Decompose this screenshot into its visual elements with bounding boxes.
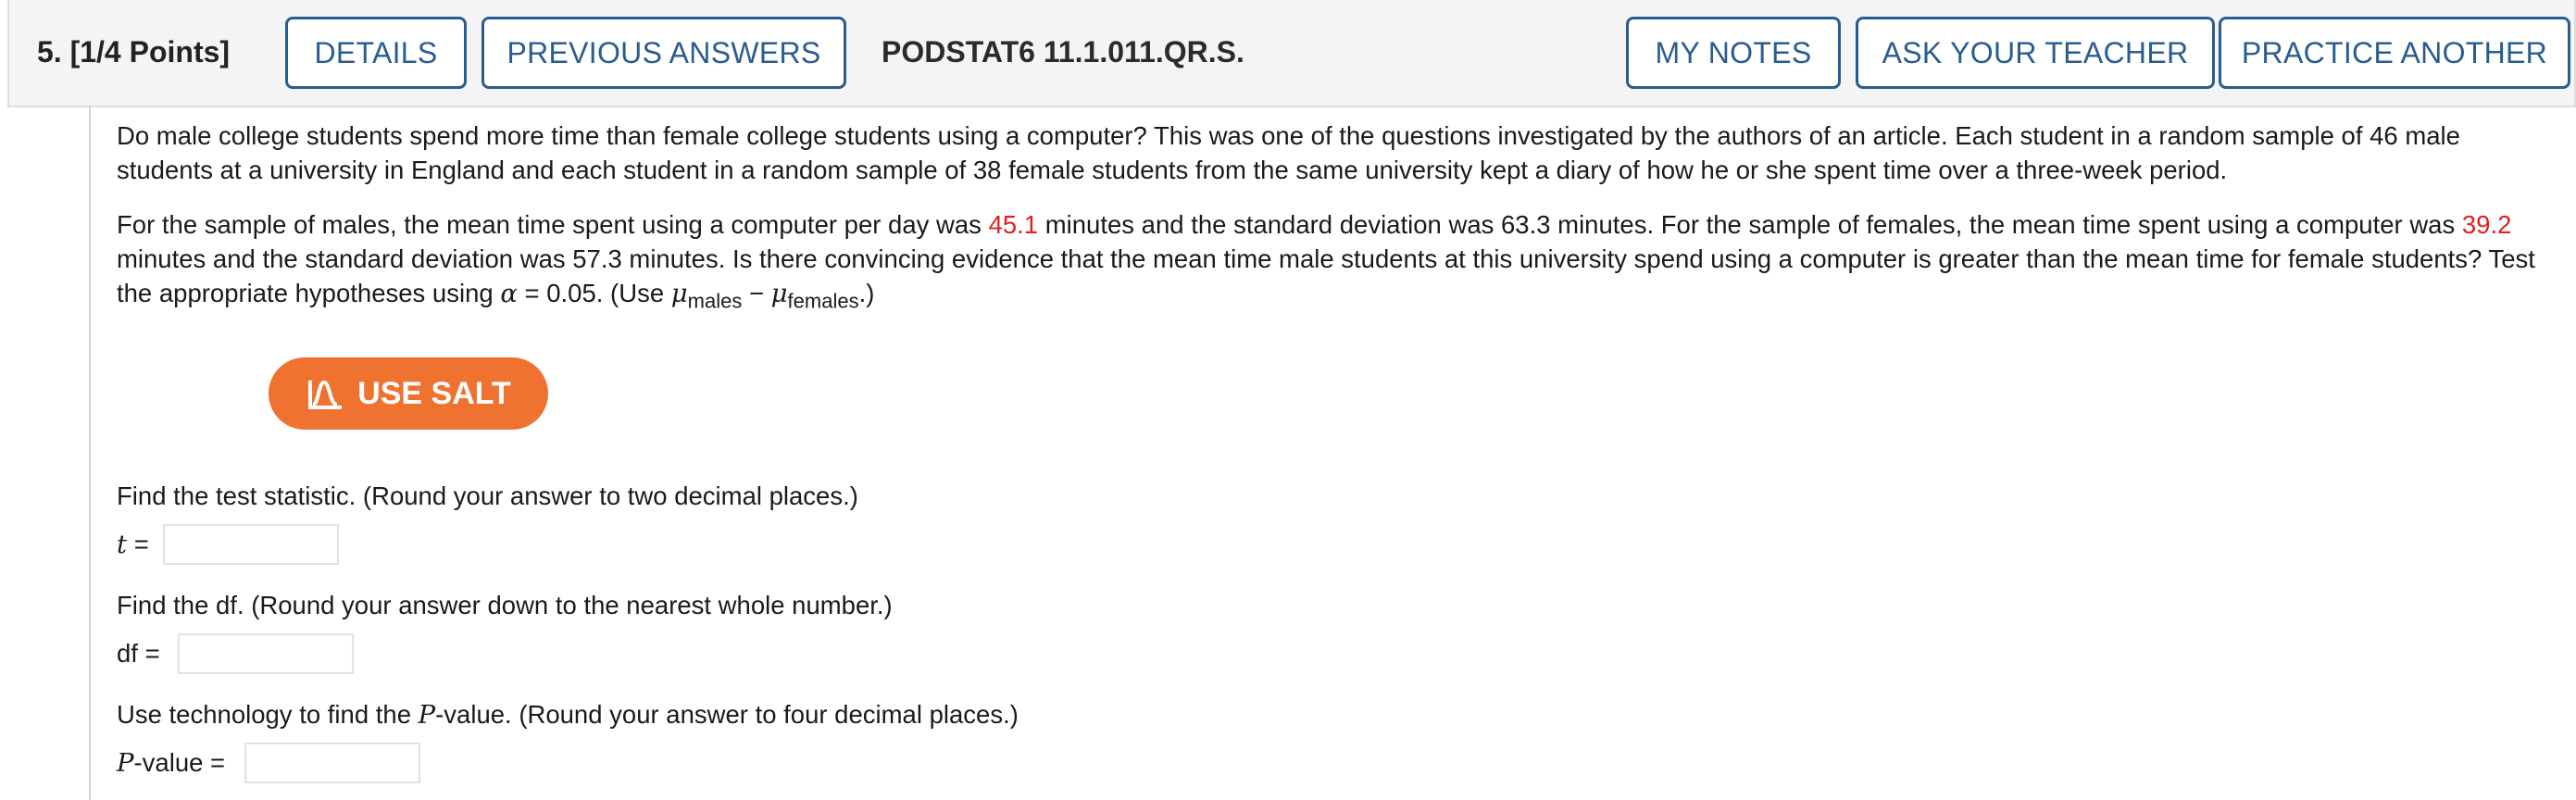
p-prompt-pre: Use technology to find the — [117, 700, 419, 729]
p-label-var: P — [117, 748, 134, 778]
practice-another-button[interactable]: PRACTICE ANOTHER — [2219, 17, 2570, 89]
test-statistic-prompt: Find the test statistic. (Round your ans… — [117, 481, 858, 510]
question-header: 5. [1/4 Points] DETAILS PREVIOUS ANSWERS… — [7, 0, 2576, 107]
previous-answers-button[interactable]: PREVIOUS ANSWERS — [481, 17, 846, 89]
problem-code: PODSTAT6 11.1.011.QR.S. — [882, 35, 1244, 69]
p-value-label: P-value = — [117, 748, 225, 778]
p-prompt-post: -value. (Round your answer to four decim… — [435, 700, 1019, 729]
question-number: 5. [1/4 Points] — [37, 35, 231, 69]
intro-paragraph: Do male college students spend more time… — [117, 121, 2460, 184]
mu-females-symbol: μ — [770, 279, 788, 308]
problem-paragraph: For the sample of males, the mean time s… — [117, 207, 2552, 319]
use-salt-button[interactable]: USE SALT — [269, 357, 548, 430]
t-statistic-input[interactable] — [163, 524, 339, 565]
df-prompt: Find the df. (Round your answer down to … — [117, 591, 893, 619]
t-label: t = — [117, 530, 149, 559]
t-variable: t — [117, 530, 128, 559]
use-salt-label: USE SALT — [357, 375, 511, 411]
problem-text-2: minutes and the standard deviation was 6… — [1038, 210, 2462, 239]
problem-end: .) — [858, 279, 875, 307]
problem-text-3: minutes and the standard deviation was 5… — [117, 244, 2535, 307]
question-body: Do male college students spend more time… — [117, 111, 2552, 319]
p-label-rest: -value = — [133, 748, 226, 777]
p-prompt-var: P — [418, 700, 436, 730]
minus-sign: − — [742, 279, 771, 307]
df-input[interactable] — [178, 633, 354, 674]
chart-curve-icon — [308, 380, 343, 409]
females-subscript: females — [787, 289, 859, 313]
male-mean-value: 45.1 — [988, 210, 1039, 239]
female-mean-value: 39.2 — [2461, 210, 2512, 239]
details-button[interactable]: DETAILS — [285, 17, 467, 89]
p-value-prompt: Use technology to find the P-value. (Rou… — [117, 700, 1019, 730]
males-subscript: males — [687, 289, 743, 313]
my-notes-button[interactable]: MY NOTES — [1626, 17, 1841, 89]
t-equals: = — [127, 530, 149, 558]
p-value-input[interactable] — [244, 743, 420, 783]
content-divider — [89, 107, 91, 800]
ask-your-teacher-button[interactable]: ASK YOUR TEACHER — [1856, 17, 2215, 89]
mu-males-symbol: μ — [670, 279, 688, 308]
alpha-symbol: α — [500, 279, 518, 308]
df-label: df = — [117, 639, 160, 668]
problem-text-1: For the sample of males, the mean time s… — [117, 210, 989, 239]
alpha-value: = 0.05. (Use — [517, 279, 671, 307]
